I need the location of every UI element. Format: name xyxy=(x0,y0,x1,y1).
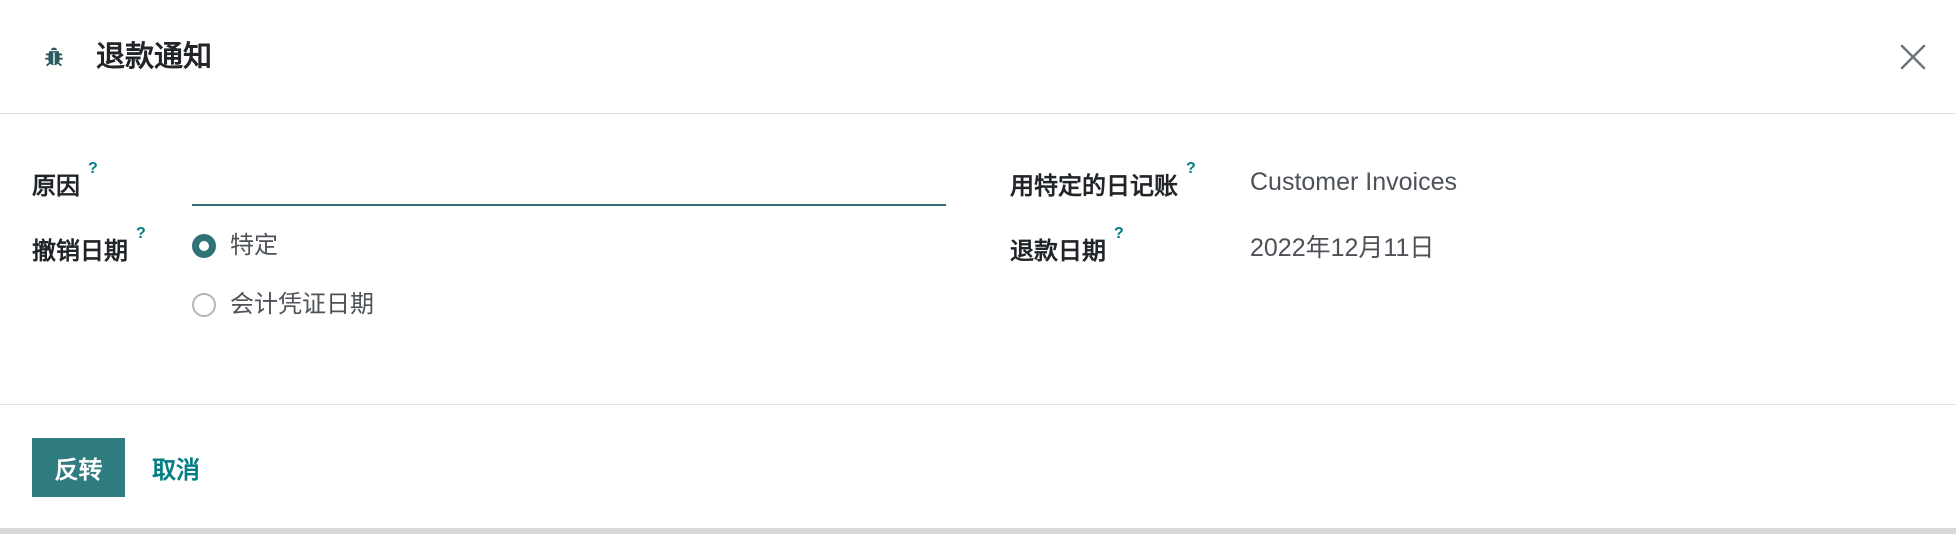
radio-option-specific[interactable]: 特定 xyxy=(192,229,278,263)
reason-label: 原因? xyxy=(32,160,98,200)
journal-help-tooltip[interactable]: ? xyxy=(1186,160,1196,177)
refund-date-label: 退款日期? xyxy=(1010,225,1124,265)
radio-option-entry-date[interactable]: 会计凭证日期 xyxy=(192,288,374,322)
cancel-button[interactable]: 取消 xyxy=(143,438,209,497)
journal-label: 用特定的日记账? xyxy=(1010,160,1196,200)
close-icon[interactable] xyxy=(1896,40,1930,74)
bug-icon xyxy=(45,47,63,67)
reason-input[interactable] xyxy=(192,170,946,206)
reversal-date-label: 撤销日期? xyxy=(32,225,146,265)
reverse-button[interactable]: 反转 xyxy=(32,438,125,497)
radio-specific-label: 特定 xyxy=(230,232,278,259)
background-page xyxy=(0,528,1956,534)
refund-date-help-tooltip[interactable]: ? xyxy=(1114,225,1124,242)
dialog-header: 退款通知 xyxy=(0,0,1956,114)
radio-entry-date-label: 会计凭证日期 xyxy=(230,291,374,318)
dialog-footer: 反转 取消 xyxy=(0,405,1956,528)
radio-entry-date[interactable] xyxy=(192,293,216,317)
reversal-date-help-tooltip[interactable]: ? xyxy=(136,225,146,242)
refund-dialog: 退款通知 原因? 撤销日期? 特定 会计凭证日期 用特定的日记账? Custom… xyxy=(0,0,1956,528)
dialog-title: 退款通知 xyxy=(96,41,213,73)
reason-help-tooltip[interactable]: ? xyxy=(88,160,98,177)
dialog-body: 原因? 撤销日期? 特定 会计凭证日期 用特定的日记账? Customer In… xyxy=(0,114,1956,405)
radio-specific[interactable] xyxy=(192,234,216,258)
journal-value[interactable]: Customer Invoices xyxy=(1250,165,1457,199)
refund-date-value[interactable]: 2022年12月11日 xyxy=(1250,231,1434,265)
